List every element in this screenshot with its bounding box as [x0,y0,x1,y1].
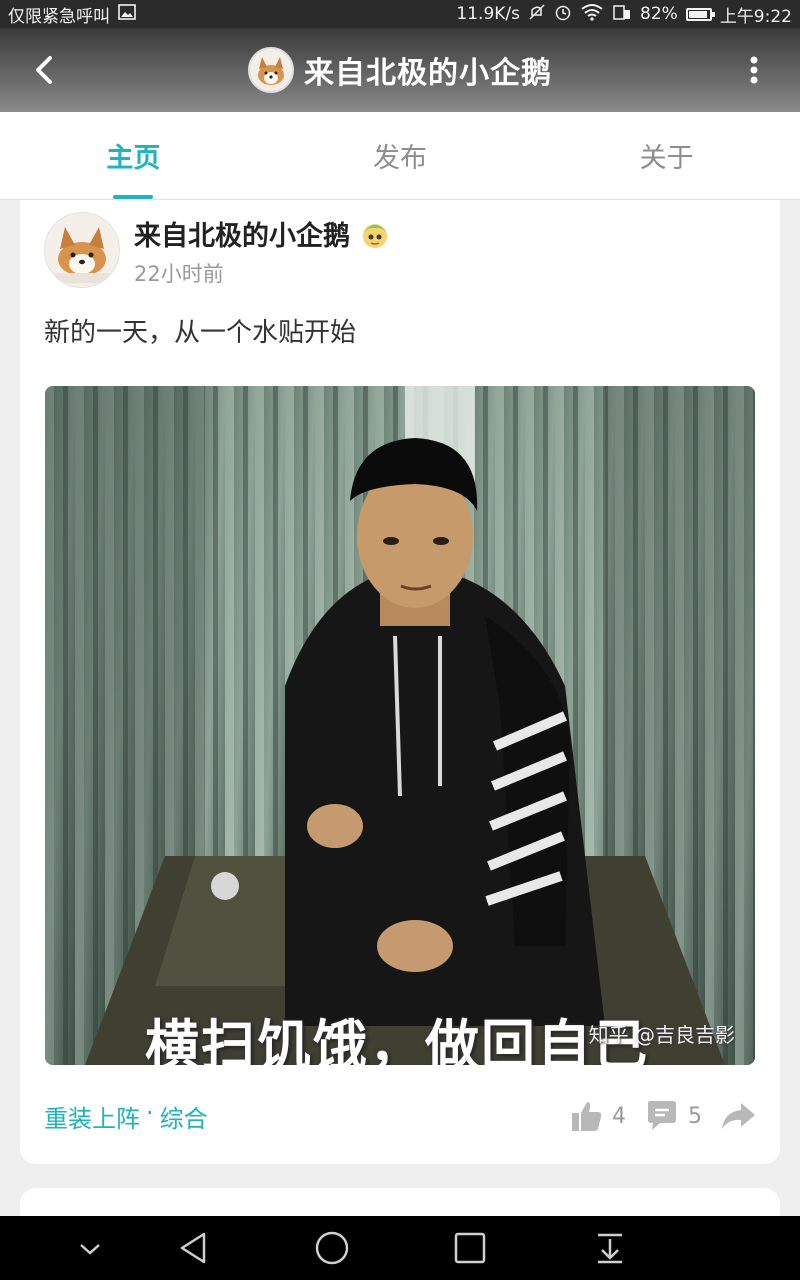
tab-label: 主页 [106,143,161,174]
share-icon [722,1103,755,1129]
nav-recents-button[interactable] [452,1230,488,1266]
post-image-graphic [45,386,755,1065]
carrier-text: 仅限紧急呼叫 [8,6,110,27]
tab-active-indicator [113,195,154,199]
post-time: 22小时前 [134,262,224,286]
share-button[interactable] [720,1100,756,1132]
image-notification-icon [118,3,136,25]
nav-home-icon [315,1231,349,1265]
profile-tabs: 主页 发布 关于 [0,112,800,200]
net-speed: 11.9K/s [456,4,521,24]
nav-collapse-button[interactable] [72,1230,108,1266]
category-separator: · [146,1098,154,1127]
alarm-icon [554,3,572,26]
tab-about[interactable]: 关于 [533,112,800,199]
nav-notification-button[interactable] [592,1230,628,1266]
clock: 上午9:22 [719,6,792,27]
battery-icon [685,7,715,21]
post-author[interactable]: 来自北极的小企鹅 [134,214,392,253]
image-caption: 横扫饥饿，做回自己 [145,1014,649,1065]
post-category[interactable]: 重装上阵 · 综合 [44,1099,208,1134]
tab-label: 发布 [373,143,427,174]
author-name: 来自北极的小企鹅 [134,221,350,252]
user-badge-icon [363,223,387,248]
post-text: 新的一天，从一个水贴开始 [44,318,357,348]
wifi-icon [580,3,604,26]
category-section: 重装上阵 [44,1104,140,1133]
thumbs-up-icon [572,1102,602,1131]
post-card[interactable]: 来自北极的小企鹅 22小时前 新的一天，从一个水贴开始 横扫饥饿，做回自己 知乎… [20,200,780,1164]
image-watermark: 知乎 @吉良吉影 [588,1023,735,1047]
mute-icon [528,3,546,26]
tab-label: 关于 [639,143,694,174]
comment-icon [648,1101,676,1130]
status-bar: 仅限紧急呼叫 11.9K/s 82% 上午9:22 [0,0,800,28]
category-sub: 综合 [159,1104,208,1133]
nav-back-button[interactable] [176,1230,212,1266]
post-actions: 4 5 [552,1096,756,1136]
tab-posts[interactable]: 发布 [267,112,534,199]
post-footer: 重装上阵 · 综合 4 5 [44,1096,756,1136]
chevron-down-icon [80,1244,100,1255]
header-title: 来自北极的小企鹅 [304,56,552,91]
nav-home-button[interactable] [314,1230,350,1266]
battery-percent: 82% [640,4,678,24]
more-options-button[interactable] [742,50,766,90]
sim-icon [612,3,632,26]
nav-notification-icon [598,1233,622,1264]
more-vertical-icon [750,56,758,84]
comment-count: 5 [688,1103,702,1129]
app-header: 来自北极的小企鹅 [0,28,800,112]
nav-recents-icon [454,1232,486,1264]
author-avatar[interactable] [44,212,120,288]
tab-home[interactable]: 主页 [0,112,267,199]
back-arrow-icon [36,56,52,84]
comment-button[interactable]: 5 [644,1099,702,1133]
nav-back-icon [180,1232,206,1264]
like-button[interactable]: 4 [570,1099,626,1133]
back-button[interactable] [26,50,66,90]
system-nav-bar [0,1216,800,1280]
header-avatar[interactable] [248,47,294,93]
post-image[interactable]: 横扫饥饿，做回自己 知乎 @吉良吉影 [45,386,755,1065]
like-count: 4 [612,1103,626,1129]
